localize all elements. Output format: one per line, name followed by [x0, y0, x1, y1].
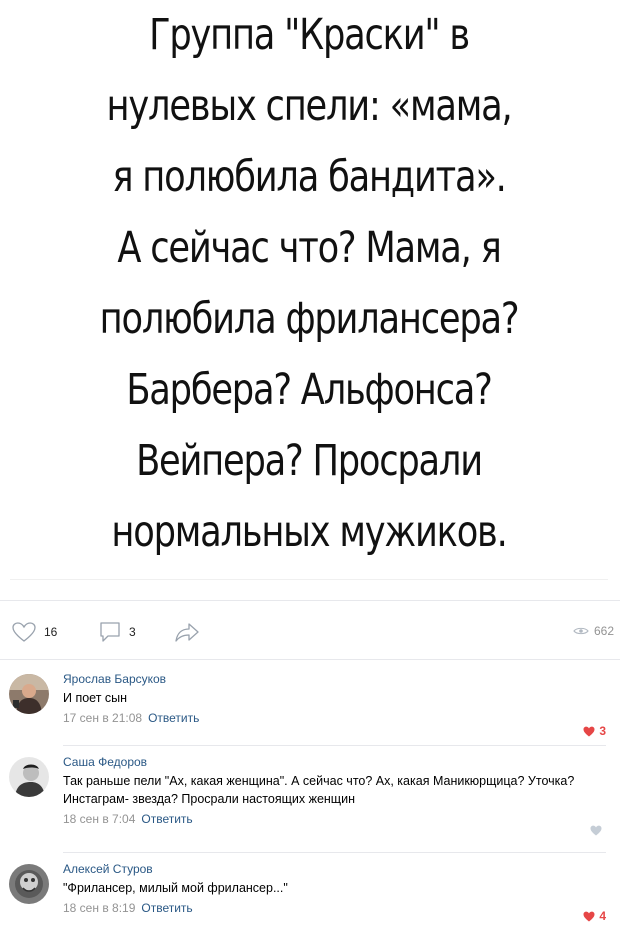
comment-like-button[interactable] [590, 825, 606, 836]
comment-icon [100, 622, 120, 642]
comment-meta: 18 сен в 8:19 Ответить [63, 901, 606, 916]
heart-filled-icon [583, 911, 595, 921]
avatar[interactable] [9, 864, 49, 904]
like-button[interactable]: 16 [11, 621, 57, 643]
comment-author[interactable]: Саша Федоров [63, 755, 606, 770]
comment-text: И поет сын [63, 691, 128, 705]
comment-text: "Фрилансер, милый мой фрилансер..." [63, 881, 288, 895]
comment-item: Саша Федоров Так раньше пели "Ах, какая … [0, 755, 620, 845]
comment-like-button[interactable]: 4 [583, 909, 606, 923]
like-count: 16 [44, 625, 58, 639]
comment-body: Алексей Стуров "Фрилансер, милый мой фри… [63, 862, 606, 916]
views-count: 662 [593, 624, 614, 638]
reply-button[interactable]: Ответить [141, 812, 192, 826]
comment-count: 3 [129, 625, 136, 639]
meme-text-line: нормальных мужиков. [111, 507, 507, 557]
comment-author[interactable]: Алексей Стуров [63, 862, 606, 877]
comment-like-count: 4 [599, 909, 606, 923]
meme-text-line: я полюбила бандита». [112, 152, 507, 202]
avatar-photo [9, 674, 49, 714]
comment-body: Ярослав Барсуков И поет сын 17 сен в 21:… [63, 672, 606, 726]
share-button[interactable] [174, 621, 200, 643]
heart-icon [12, 622, 36, 642]
heart-filled-icon [590, 825, 602, 836]
heart-filled-icon [583, 726, 595, 736]
post-image[interactable]: Группа "Краски" в нулевых спели: «мама, … [10, 0, 608, 580]
meme-text-line: Вейпера? Просрали [136, 436, 483, 486]
post-actions-bar: 16 3 662 [0, 600, 620, 660]
comment-date[interactable]: 18 сен в 7:04 [63, 812, 135, 826]
avatar-photo [9, 757, 49, 797]
comment-date[interactable]: 18 сен в 8:19 [63, 901, 135, 915]
meme-text-line: А сейчас что? Мама, я [117, 223, 501, 273]
comment-meta: 17 сен в 21:08 Ответить [63, 711, 606, 726]
comment-date[interactable]: 17 сен в 21:08 [63, 711, 142, 725]
comment-item: Алексей Стуров "Фрилансер, милый мой фри… [0, 862, 620, 930]
comment-like-count: 3 [599, 724, 606, 738]
views-counter: 662 [573, 624, 614, 638]
comment-meta: 18 сен в 7:04 Ответить [63, 812, 606, 827]
meme-text-line: полюбила фрилансера? [99, 294, 520, 344]
comment-divider [63, 852, 606, 853]
avatar[interactable] [9, 757, 49, 797]
avatar-photo [9, 864, 49, 904]
comment-author[interactable]: Ярослав Барсуков [63, 672, 606, 687]
comment-text: Так раньше пели "Ах, какая женщина". А с… [63, 774, 575, 806]
comment-item: Ярослав Барсуков И поет сын 17 сен в 21:… [0, 672, 620, 742]
avatar[interactable] [9, 674, 49, 714]
comment-button[interactable]: 3 [98, 621, 136, 643]
reply-button[interactable]: Ответить [148, 711, 199, 725]
meme-text-line: Барбера? Альфонса? [126, 365, 493, 415]
eye-icon [573, 627, 589, 635]
comment-body: Саша Федоров Так раньше пели "Ах, какая … [63, 755, 606, 827]
reply-button[interactable]: Ответить [141, 901, 192, 915]
meme-text-line: Группа "Краски" в [149, 10, 470, 60]
share-icon [175, 623, 199, 642]
comment-like-button[interactable]: 3 [583, 724, 606, 738]
meme-text-line: нулевых спели: «мама, [106, 81, 513, 131]
comment-divider [63, 745, 606, 746]
